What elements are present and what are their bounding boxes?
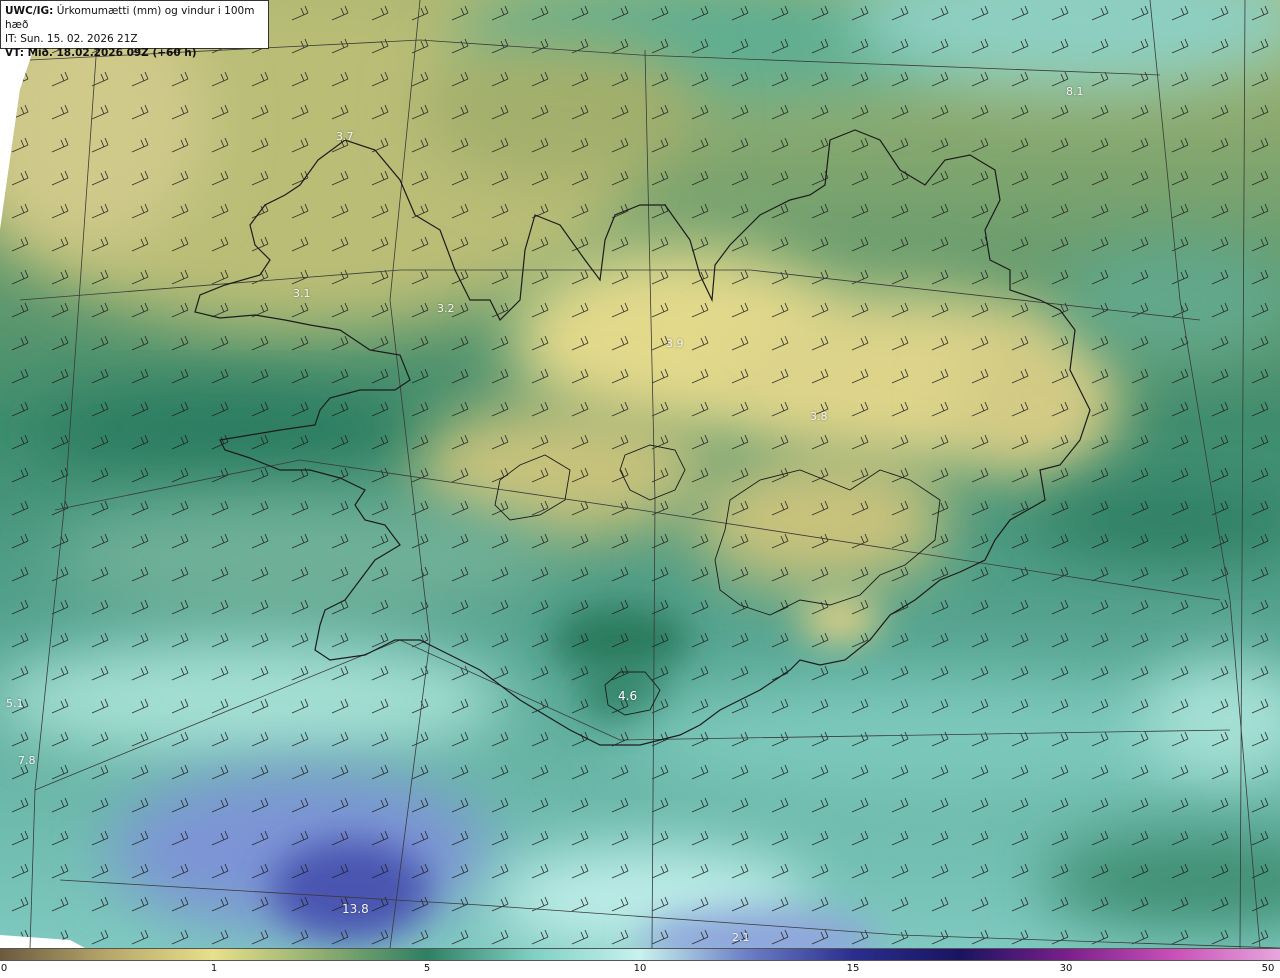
map-value-label: 3.8 <box>810 410 828 423</box>
map-value-label: 8.1 <box>1066 85 1084 98</box>
title-line: UWC/IG: Úrkomumætti (mm) og vindur i 100… <box>5 4 264 32</box>
colorbar-tick: 5 <box>423 963 431 974</box>
weather-map <box>0 0 1280 948</box>
map-value-label: 3.7 <box>336 130 354 143</box>
valid-prefix: VT: <box>5 47 28 59</box>
map-value-label: 7.8 <box>18 754 36 767</box>
map-value-label: 3.9 <box>666 337 684 350</box>
colorbar-tick: 1 <box>210 963 218 974</box>
issue-time: IT: Sun. 15. 02. 2026 21Z <box>5 33 138 45</box>
model-label: UWC/IG: <box>5 5 54 17</box>
colorbar-gradient <box>0 948 1280 961</box>
valid-time: Mið. 18.02.2026 09Z (+60 h) <box>27 47 197 59</box>
map-value-label: 3.2 <box>437 302 455 315</box>
map-value-label: 4.6 <box>618 689 638 703</box>
colorbar-tick: 30 <box>1059 963 1073 974</box>
colorbar-tick: 50 <box>1261 963 1275 974</box>
wind-barbs <box>0 0 1280 948</box>
map-value-label: 3.1 <box>293 287 311 300</box>
valid-time-line: VT: Mið. 18.02.2026 09Z (+60 h) <box>5 46 264 60</box>
colorbar-tick: 10 <box>633 963 647 974</box>
map-value-label: 2.1 <box>732 931 750 944</box>
map-value-label: 13.8 <box>342 902 369 916</box>
map-value-label: 5.1 <box>6 697 24 710</box>
map-info-box: UWC/IG: Úrkomumætti (mm) og vindur i 100… <box>0 0 269 59</box>
colorbar: 0 1 5 10 15 30 50 <box>0 948 1280 978</box>
colorbar-tick: 0 <box>0 963 8 974</box>
colorbar-tick: 15 <box>846 963 860 974</box>
